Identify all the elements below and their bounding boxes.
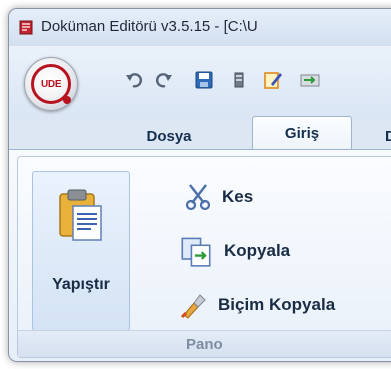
clipboard-group: Yapıştır Kes Kopyala Biçim Kopyala Pano bbox=[17, 156, 391, 358]
app-title-icon bbox=[19, 20, 33, 35]
logo-dot-icon bbox=[63, 96, 71, 104]
export-button[interactable] bbox=[300, 70, 320, 90]
undo-button[interactable] bbox=[124, 70, 144, 90]
group-label: Pano bbox=[18, 330, 391, 357]
print-icon bbox=[234, 72, 244, 88]
print-button[interactable] bbox=[229, 70, 249, 90]
tab-dosya[interactable]: Dosya bbox=[129, 122, 209, 152]
edit-button[interactable] bbox=[263, 70, 283, 90]
redo-icon bbox=[155, 73, 172, 88]
save-button[interactable] bbox=[194, 70, 214, 90]
window-title: Doküman Editörü v3.5.15 - [C:\U bbox=[41, 18, 258, 35]
application-menu-button[interactable]: UDE bbox=[24, 57, 78, 111]
paste-label: Yapıştır bbox=[52, 276, 110, 293]
redo-button[interactable] bbox=[154, 70, 174, 90]
scissors-icon bbox=[185, 184, 211, 211]
copy-label: Kopyala bbox=[224, 241, 291, 260]
ribbon-panel: Yapıştır Kes Kopyala Biçim Kopyala Pano bbox=[9, 149, 391, 361]
tab-next[interactable]: D bbox=[385, 122, 391, 152]
save-icon bbox=[195, 71, 213, 89]
paste-button[interactable]: Yapıştır bbox=[32, 171, 130, 331]
copy-icon bbox=[181, 237, 211, 267]
format-painter-icon bbox=[180, 294, 206, 319]
paste-icon bbox=[59, 189, 102, 241]
app-logo-text: UDE bbox=[41, 79, 62, 90]
cut-label: Kes bbox=[222, 187, 254, 206]
title-bar: Doküman Editörü v3.5.15 - [C:\U bbox=[9, 9, 391, 46]
edit-icon bbox=[264, 72, 282, 89]
app-window: Doküman Editörü v3.5.15 - [C:\U UDE Dosy… bbox=[8, 8, 391, 362]
tab-giris[interactable]: Giriş bbox=[252, 116, 352, 151]
export-icon bbox=[300, 74, 320, 87]
undo-icon bbox=[126, 73, 143, 88]
format-painter-label: Biçim Kopyala bbox=[218, 295, 336, 314]
